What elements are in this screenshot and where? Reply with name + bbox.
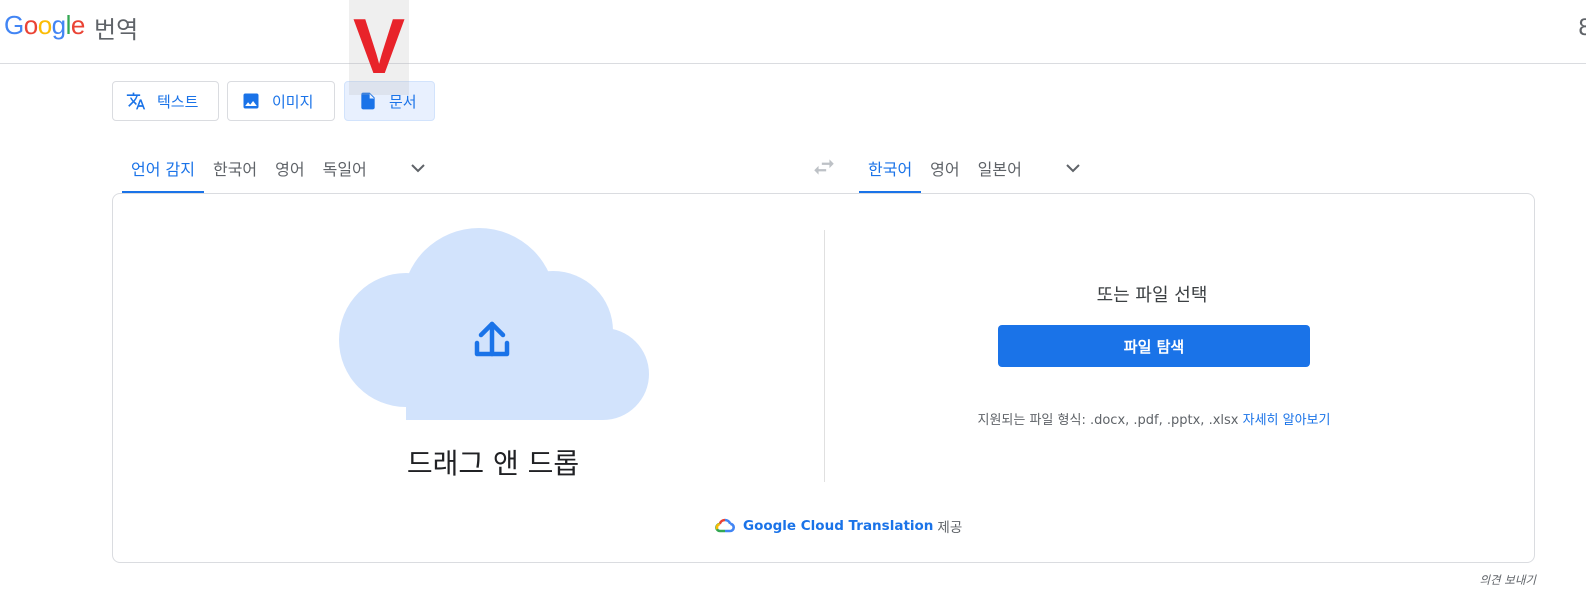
- send-feedback-link[interactable]: 의견 보내기: [1479, 572, 1536, 588]
- apps-icon[interactable]: 8: [1578, 16, 1586, 41]
- source-lang-english[interactable]: 영어: [266, 142, 313, 194]
- upload-cloud-icon[interactable]: [339, 228, 653, 420]
- target-language-bar: 한국어 영어 일본어: [859, 142, 1085, 194]
- mode-text-label: 텍스트: [157, 92, 199, 111]
- source-lang-german[interactable]: 독일어: [314, 142, 376, 194]
- target-more-languages-chevron-down-icon[interactable]: [1061, 156, 1085, 180]
- top-bar: Google 번역 8: [0, 0, 1586, 64]
- google-cloud-translation-link[interactable]: Google Cloud Translation: [743, 518, 933, 534]
- target-lang-japanese[interactable]: 일본어: [969, 142, 1031, 194]
- mode-text-button[interactable]: 텍스트: [112, 81, 219, 121]
- annotation-check-mark: V: [352, 2, 406, 90]
- panel-divider: [824, 230, 825, 482]
- powered-by: Google Cloud Translation 제공: [715, 516, 962, 536]
- choose-file-text: 또는 파일 선택: [1096, 285, 1208, 306]
- swap-languages-icon[interactable]: [811, 154, 837, 180]
- source-more-languages-chevron-down-icon[interactable]: [406, 156, 430, 180]
- source-lang-detect[interactable]: 언어 감지: [122, 142, 204, 194]
- supported-formats-text: 지원되는 파일 형식: .docx, .pdf, .pptx, .xlsx 자세…: [977, 413, 1331, 428]
- mode-image-button[interactable]: 이미지: [227, 81, 335, 121]
- source-language-bar: 언어 감지 한국어 영어 독일어: [122, 142, 430, 194]
- browse-files-button[interactable]: 파일 탐색: [998, 325, 1310, 367]
- document-upload-panel: 드래그 앤 드롭 또는 파일 선택 파일 탐색 지원되는 파일 형식: .doc…: [112, 193, 1535, 563]
- google-cloud-icon: [715, 518, 735, 533]
- mode-image-label: 이미지: [272, 92, 314, 111]
- source-lang-korean[interactable]: 한국어: [204, 142, 266, 194]
- product-name: 번역: [94, 16, 139, 44]
- image-icon: [243, 93, 259, 109]
- learn-more-link[interactable]: 자세히 알아보기: [1243, 413, 1331, 428]
- google-logo[interactable]: Google: [4, 10, 85, 41]
- target-lang-english[interactable]: 영어: [921, 142, 968, 194]
- target-lang-korean[interactable]: 한국어: [859, 142, 922, 194]
- translate-icon: [126, 92, 146, 110]
- drag-and-drop-text: 드래그 앤 드롭: [406, 447, 580, 480]
